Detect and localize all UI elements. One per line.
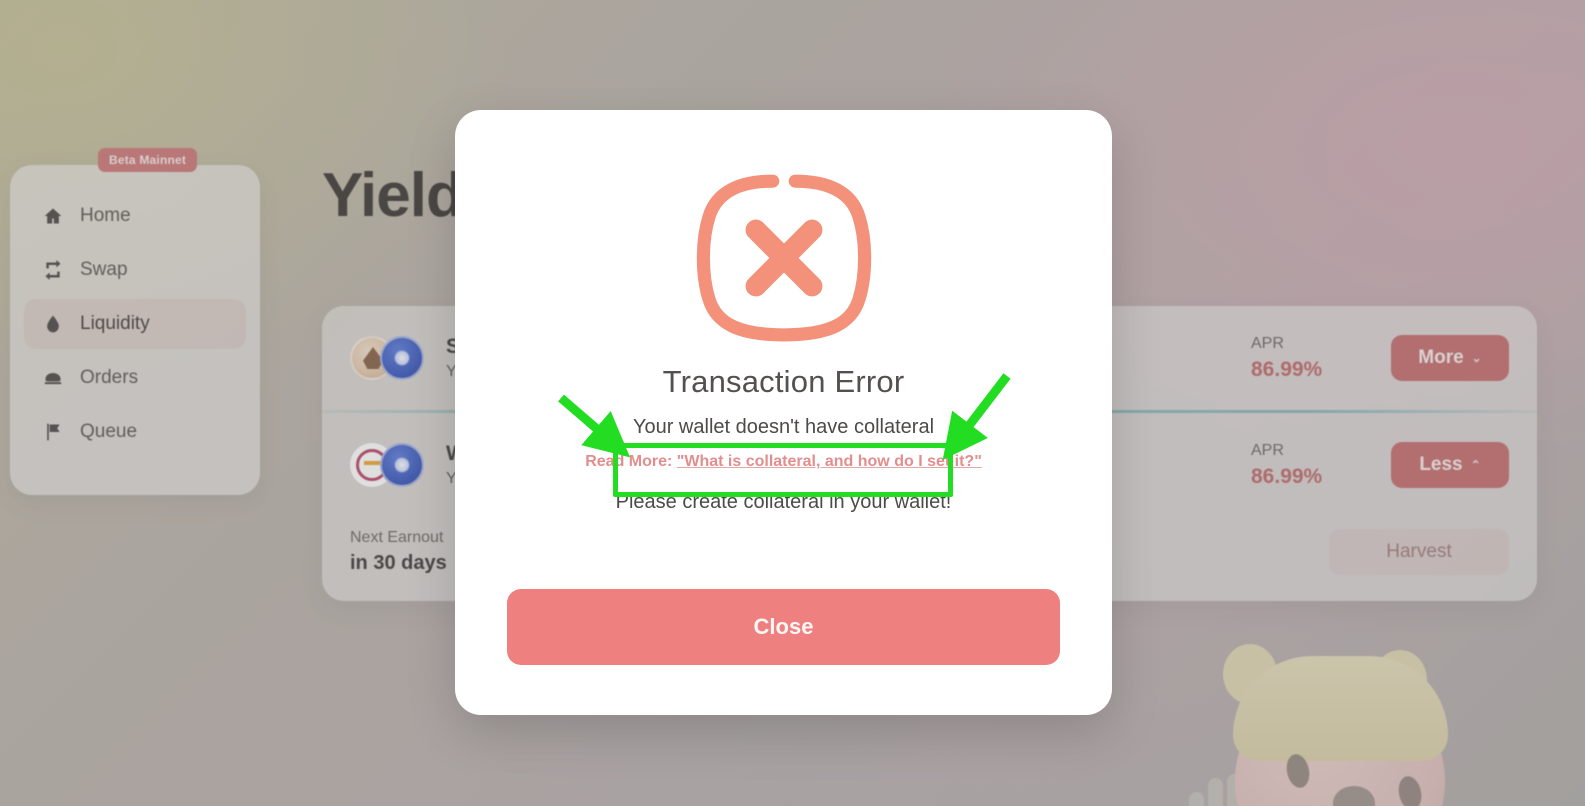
close-button[interactable]: Close: [507, 589, 1060, 665]
read-more-text: Read More: "What is collateral, and how …: [585, 453, 982, 471]
read-more-prefix: Read More:: [585, 453, 677, 470]
read-more-link[interactable]: "What is collateral, and how do I set it…: [677, 453, 982, 470]
create-collateral-hint: Please create collateral in your wallet!: [615, 491, 952, 513]
transaction-error-dialog: Transaction Error Your wallet doesn't ha…: [455, 110, 1112, 715]
dialog-title: Transaction Error: [662, 364, 905, 399]
error-message: Your wallet doesn't have collateral: [632, 416, 935, 438]
error-x-icon: [689, 168, 879, 348]
app-root: Beta Mainnet Home Swap Liquidity Orders …: [0, 0, 1585, 806]
